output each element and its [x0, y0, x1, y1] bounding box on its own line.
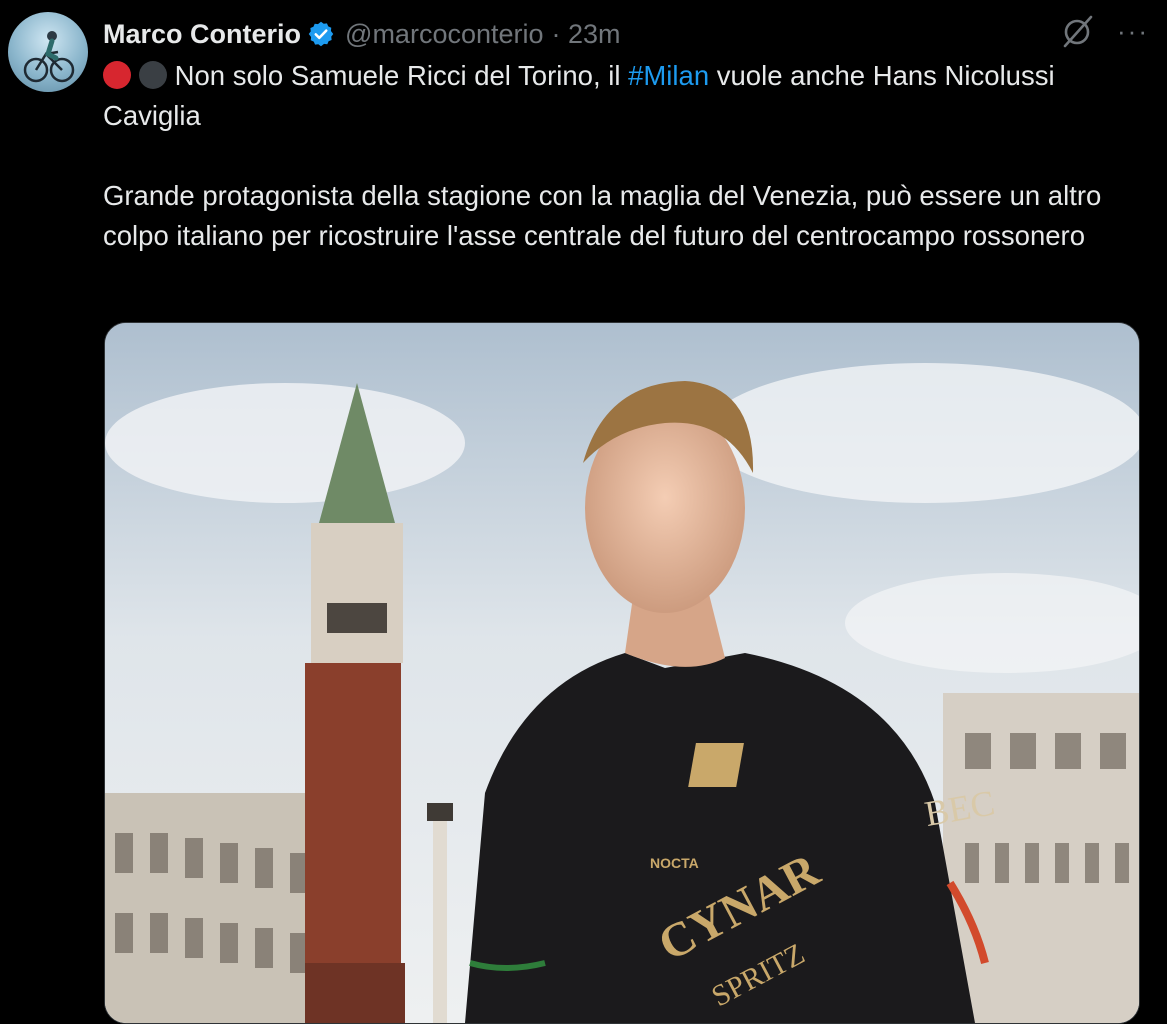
- tweet-header: Marco Conterio @marcoconterio · 23m: [103, 14, 621, 54]
- tweet-text: Non solo Samuele Ricci del Torino, il #M…: [103, 56, 1123, 256]
- hashtag-link[interactable]: #Milan: [628, 60, 709, 91]
- tweet-media-image[interactable]: NOCTA CYNAR SPRITZ BEC: [104, 322, 1140, 1024]
- author-name[interactable]: Marco Conterio: [103, 19, 301, 50]
- grok-icon[interactable]: [1061, 14, 1095, 48]
- tweet-top-actions: ···: [1061, 14, 1149, 48]
- tweet-timestamp[interactable]: · 23m: [552, 19, 621, 50]
- black-circle-emoji-icon: [138, 61, 167, 89]
- tweet-line1: Non solo Samuele Ricci del Torino, il: [174, 60, 629, 91]
- tweet-paragraph-2: Grande protagonista della stagione con l…: [103, 180, 1102, 251]
- jersey-brand: NOCTA: [650, 855, 699, 871]
- more-options-icon[interactable]: ···: [1117, 14, 1149, 48]
- cyclist-avatar-icon: [23, 31, 75, 83]
- author-handle[interactable]: @marcoconterio: [345, 19, 543, 50]
- author-avatar[interactable]: [8, 12, 88, 92]
- venice-photo: NOCTA CYNAR SPRITZ BEC: [105, 323, 1139, 1023]
- red-circle-emoji-icon: [103, 61, 131, 89]
- verified-badge-icon: [308, 21, 334, 47]
- tweet-paragraph-1: Non solo Samuele Ricci del Torino, il #M…: [103, 56, 1123, 136]
